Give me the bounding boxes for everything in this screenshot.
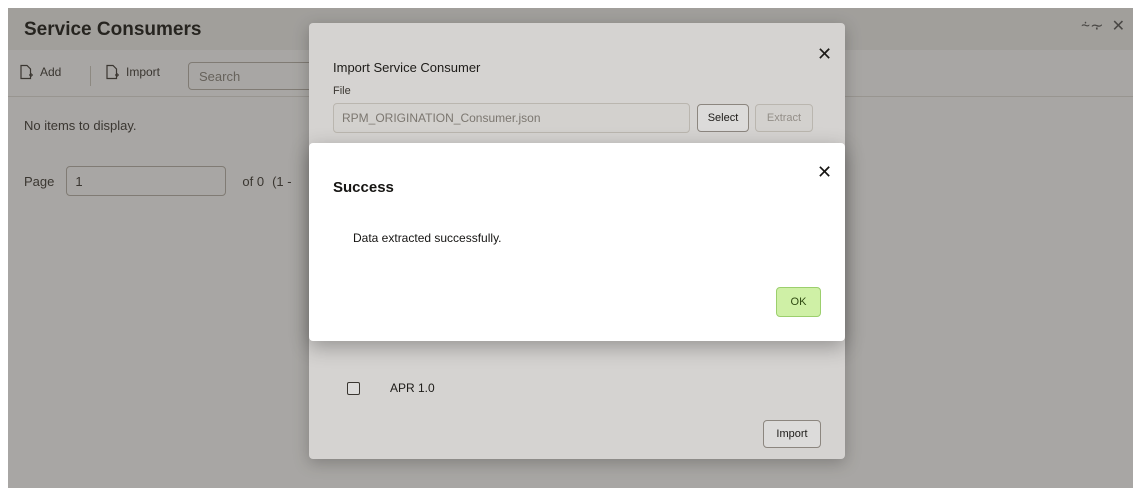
service-consumers-page: Service Consumers ⸞⸟ ✕ Add Import No ite… — [8, 8, 1133, 488]
success-dialog: Success ✕ Data extracted successfully. O… — [309, 143, 845, 341]
success-title: Success — [333, 179, 394, 196]
success-message: Data extracted successfully. — [353, 231, 502, 245]
ok-button[interactable]: OK — [776, 287, 821, 317]
success-close-icon[interactable]: ✕ — [817, 163, 832, 181]
